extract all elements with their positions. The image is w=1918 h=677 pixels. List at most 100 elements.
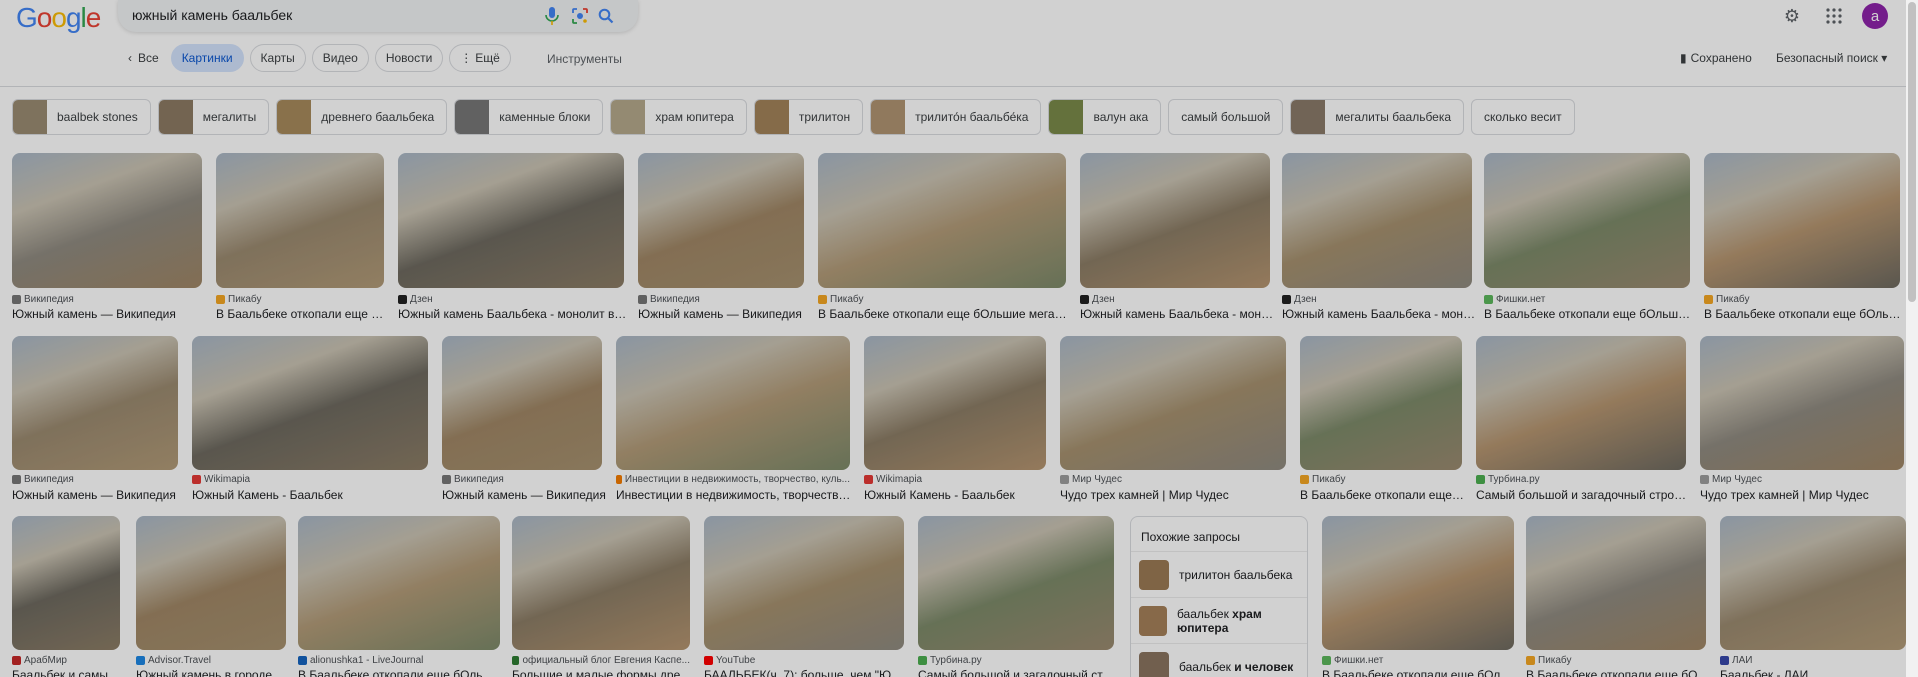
result-source[interactable]: Дзен — [1282, 294, 1472, 305]
result-source[interactable]: Wikimapia — [192, 474, 428, 485]
result-source[interactable]: Инвестиции в недвижимость, творчество, к… — [616, 474, 850, 485]
result-thumbnail[interactable] — [1080, 153, 1270, 288]
result-title[interactable]: В Баальбеке откопали еще бОльшие мегалит… — [818, 307, 1070, 321]
result-thumbnail[interactable] — [298, 516, 500, 650]
saved-button[interactable]: ▮ Сохранено — [1680, 51, 1752, 65]
result-thumbnail[interactable] — [12, 336, 178, 470]
result-title[interactable]: В Баальбеке откопали еще бОль... — [1526, 668, 1710, 677]
result-title[interactable]: В Баальбеке откопали еще б... — [1300, 488, 1466, 502]
result-title[interactable]: Большие и малые формы древ... — [512, 668, 694, 677]
result-source[interactable]: Турбина.ру — [1476, 474, 1686, 485]
chip[interactable]: трилитон — [753, 99, 864, 135]
result-thumbnail[interactable] — [1484, 153, 1690, 288]
microphone-icon[interactable] — [542, 6, 562, 26]
result-source[interactable]: Пикабу — [818, 294, 1066, 305]
related-item[interactable]: баальбек храм юпитера — [1131, 597, 1307, 643]
result-source[interactable]: Пикабу — [1704, 294, 1900, 305]
gear-icon[interactable]: ⚙ — [1778, 2, 1806, 30]
chip[interactable]: валун ака — [1048, 99, 1162, 135]
result-source[interactable]: Турбина.ру — [918, 655, 1114, 666]
result-thumbnail[interactable] — [1060, 336, 1286, 470]
result-title[interactable]: Южный камень Баальбека - монолит вес... — [398, 307, 628, 321]
result-title[interactable]: Инвестиции в недвижимость, творчество, .… — [616, 488, 854, 502]
google-logo[interactable]: Google — [16, 2, 101, 34]
result-source[interactable]: ЛАИ — [1720, 655, 1906, 666]
result-title[interactable]: Южный камень — Википедия — [638, 307, 808, 321]
result-thumbnail[interactable] — [616, 336, 850, 470]
chip[interactable]: самый большой — [1168, 99, 1284, 135]
scrollbar-thumb[interactable] — [1908, 2, 1916, 302]
result-thumbnail[interactable] — [818, 153, 1066, 288]
search-icon[interactable] — [596, 6, 616, 26]
related-item[interactable]: баальбек и человек — [1131, 643, 1307, 677]
result-thumbnail[interactable] — [216, 153, 384, 288]
result-title[interactable]: Южный камень в городе Б... — [136, 668, 290, 677]
tab-news[interactable]: Новости — [374, 44, 444, 72]
result-source[interactable]: Мир Чудес — [1700, 474, 1904, 485]
result-title[interactable]: В Баальбеке откопали еще бОльшие ... — [1484, 307, 1694, 321]
result-source[interactable]: Дзен — [398, 294, 624, 305]
result-title[interactable]: В Баальбеке откопали еще бОльшие ... — [298, 668, 504, 677]
result-source[interactable]: Пикабу — [1526, 655, 1706, 666]
scrollbar[interactable] — [1906, 0, 1918, 677]
chip[interactable]: мегалиты — [157, 99, 270, 135]
result-thumbnail[interactable] — [12, 516, 120, 650]
result-source[interactable]: Википедия — [638, 294, 804, 305]
result-source[interactable]: alionushka1 - LiveJournal — [298, 655, 500, 666]
result-thumbnail[interactable] — [1704, 153, 1900, 288]
result-thumbnail[interactable] — [442, 336, 602, 470]
result-thumbnail[interactable] — [638, 153, 804, 288]
apps-grid-icon[interactable] — [1820, 2, 1848, 30]
tab-maps[interactable]: Карты — [249, 44, 306, 72]
result-thumbnail[interactable] — [1526, 516, 1706, 650]
tab-video[interactable]: Видео — [311, 44, 369, 72]
tab-more[interactable]: ⋮ Ещё — [449, 44, 511, 72]
result-thumbnail[interactable] — [12, 153, 202, 288]
search-input[interactable]: южный камень баальбек — [132, 7, 292, 23]
result-thumbnail[interactable] — [1282, 153, 1472, 288]
related-item[interactable]: трилитон баальбека — [1131, 551, 1307, 597]
result-thumbnail[interactable] — [864, 336, 1046, 470]
chip[interactable]: трилито́н баальбе́ка — [870, 99, 1042, 135]
result-title[interactable]: Южный камень — Википедия — [12, 307, 206, 321]
result-title[interactable]: В Баальбеке откопали еще бОльши... — [1704, 307, 1904, 321]
chip[interactable]: мегалиты баальбека — [1290, 99, 1465, 135]
result-thumbnail[interactable] — [1322, 516, 1514, 650]
chip[interactable]: baalbek stones — [12, 99, 151, 135]
result-thumbnail[interactable] — [1720, 516, 1906, 650]
result-source[interactable]: Мир Чудес — [1060, 474, 1286, 485]
result-thumbnail[interactable] — [704, 516, 904, 650]
search-box[interactable]: южный камень баальбек — [118, 0, 638, 32]
result-title[interactable]: Южный камень — Википедия — [442, 488, 606, 502]
result-title[interactable]: Южный Камень - Баальбек — [192, 488, 432, 502]
chip[interactable]: сколько весит — [1471, 99, 1575, 135]
result-source[interactable]: Фишки.нет — [1322, 655, 1514, 666]
result-title[interactable]: Южный камень Баальбека - моно... — [1080, 307, 1274, 321]
result-title[interactable]: В Баальбеке откопали еще бо... — [216, 307, 388, 321]
result-thumbnail[interactable] — [918, 516, 1114, 650]
result-thumbnail[interactable] — [1700, 336, 1904, 470]
avatar[interactable]: a — [1862, 3, 1888, 29]
tab-all[interactable]: ‹ Все — [122, 44, 165, 72]
result-source[interactable]: Пикабу — [1300, 474, 1462, 485]
result-title[interactable]: Южный камень — Википедия — [12, 488, 182, 502]
result-thumbnail[interactable] — [1300, 336, 1462, 470]
result-source[interactable]: официальный блог Евгения Каспе... — [512, 655, 690, 666]
result-source[interactable]: Википедия — [12, 474, 178, 485]
chip[interactable]: храм юпитера — [610, 99, 747, 135]
result-source[interactable]: Дзен — [1080, 294, 1270, 305]
safesearch-button[interactable]: Безопасный поиск ▾ — [1776, 51, 1887, 65]
result-title[interactable]: Южный камень Баальбека - моно... — [1282, 307, 1476, 321]
result-source[interactable]: Википедия — [12, 294, 202, 305]
result-title[interactable]: Самый большой и загадочный строит... — [1476, 488, 1690, 502]
result-source[interactable]: Advisor.Travel — [136, 655, 286, 666]
chip[interactable]: каменные блоки — [454, 99, 604, 135]
result-source[interactable]: АрабМир — [12, 655, 120, 666]
google-lens-icon[interactable] — [570, 6, 590, 26]
result-source[interactable]: YouTube — [704, 655, 904, 666]
result-title[interactable]: Самый большой и загадочный стро... — [918, 668, 1118, 677]
result-thumbnail[interactable] — [192, 336, 428, 470]
result-title[interactable]: Чудо трех камней | Мир Чудес — [1700, 488, 1908, 502]
result-source[interactable]: Википедия — [442, 474, 602, 485]
result-thumbnail[interactable] — [1476, 336, 1686, 470]
